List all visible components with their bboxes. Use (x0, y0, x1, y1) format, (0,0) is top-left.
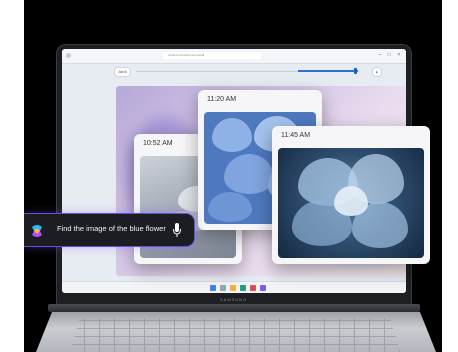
laptop-brand: SAMSUNG (220, 297, 248, 302)
date-picker[interactable]: Jun 6 (114, 67, 131, 77)
app-icon (66, 53, 71, 58)
scene: copilot.microsoft.com/recall – □ × Jun 6… (24, 0, 442, 352)
timeline-toolbar: Jun 6 ▸ (62, 64, 406, 78)
close-icon[interactable]: × (395, 52, 403, 58)
browser-titlebar: copilot.microsoft.com/recall – □ × (62, 49, 406, 64)
windows-start-icon[interactable] (210, 285, 216, 291)
snapshot-image-blue-flower (278, 148, 424, 258)
minimize-icon[interactable]: – (376, 52, 384, 58)
keyboard (70, 318, 400, 352)
snapshot-time: 11:20 AM (207, 96, 237, 103)
snapshot-time: 11:45 AM (281, 132, 311, 139)
timeline-active-range (298, 70, 358, 72)
taskbar (62, 281, 406, 293)
now-button[interactable]: ▸ (372, 67, 382, 77)
date-label: Jun 6 (118, 70, 127, 74)
microphone-icon[interactable] (172, 222, 182, 238)
address-text: copilot.microsoft.com/recall (168, 53, 205, 57)
search-query-text: Find the image of the blue flower (57, 224, 166, 233)
laptop-hinge (48, 304, 420, 312)
app-icon-red[interactable] (250, 285, 256, 291)
search-icon[interactable] (220, 285, 226, 291)
file-explorer-icon[interactable] (230, 285, 236, 291)
edge-icon[interactable] (240, 285, 246, 291)
address-bar[interactable]: copilot.microsoft.com/recall (162, 52, 262, 59)
snapshot-time: 10:52 AM (143, 140, 173, 147)
timeline-slider-handle[interactable] (354, 68, 357, 74)
recall-snapshot-card-selected[interactable]: 11:45 AM (272, 126, 430, 264)
copilot-taskbar-icon[interactable] (260, 285, 266, 291)
maximize-icon[interactable]: □ (385, 52, 393, 58)
copilot-icon (32, 225, 42, 237)
recall-search-prompt[interactable]: Find the image of the blue flower (24, 214, 194, 246)
